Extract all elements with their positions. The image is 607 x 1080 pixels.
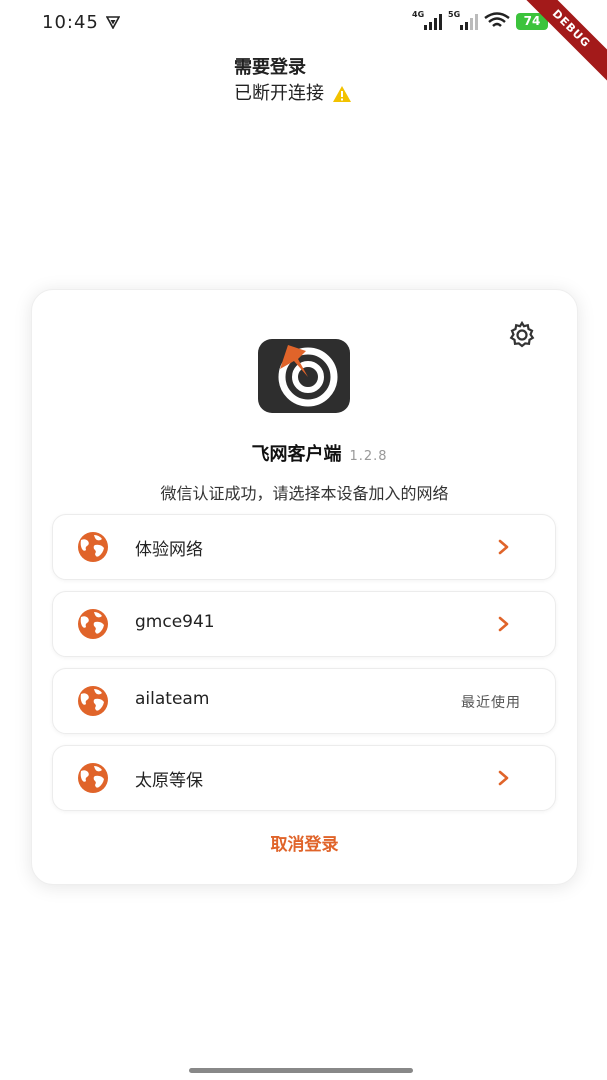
page-title: 需要登录 (234, 57, 306, 78)
login-card: 飞网客户端 1.2.8 微信认证成功，请选择本设备加入的网络 体验网络 gmce… (31, 289, 578, 885)
signal-4g-icon: 4G (412, 10, 448, 30)
chevron-right-icon (498, 539, 509, 555)
connection-status: 已断开连接 (234, 81, 352, 107)
globe-icon (78, 686, 108, 716)
gear-icon[interactable] (507, 320, 537, 350)
network-item-taiyuan[interactable]: 太原等保 (52, 745, 556, 811)
vpn-icon (106, 16, 120, 29)
app-name: 飞网客户端 (251, 444, 342, 465)
network-item-ailateam[interactable]: ailateam 最近使用 (52, 668, 556, 734)
network-name: gmce941 (135, 612, 215, 632)
network-name: ailateam (135, 689, 210, 709)
status-time: 10:45 (42, 12, 99, 33)
network-list: 体验网络 gmce941 ailateam 最近使用 太原等保 (52, 514, 556, 822)
target-logo-icon (278, 345, 338, 407)
instruction-text: 微信认证成功，请选择本设备加入的网络 (160, 484, 449, 503)
home-indicator[interactable] (189, 1068, 413, 1073)
status-bar: 10:45 4G 5G 74 DEBUG (0, 0, 607, 87)
app-title-row: 飞网客户端 1.2.8 (32, 440, 577, 466)
page-header: 需要登录 已断开连接 (234, 55, 352, 107)
network-name: 体验网络 (135, 540, 203, 560)
globe-icon (78, 609, 108, 639)
network-item-tiyan[interactable]: 体验网络 (52, 514, 556, 580)
connection-status-text: 已断开连接 (234, 83, 324, 104)
globe-icon (78, 763, 108, 793)
wifi-icon (484, 12, 510, 27)
warning-icon (333, 86, 351, 102)
cancel-login-button[interactable]: 取消登录 (32, 830, 577, 855)
app-version: 1.2.8 (349, 449, 388, 464)
recent-used-tag: 最近使用 (461, 695, 521, 711)
chevron-right-icon (498, 770, 509, 786)
globe-icon (78, 532, 108, 562)
network-name: 太原等保 (135, 771, 203, 791)
app-logo (258, 339, 350, 413)
signal-5g-icon: 5G (448, 10, 484, 30)
chevron-right-icon (498, 616, 509, 632)
network-item-gmce941[interactable]: gmce941 (52, 591, 556, 657)
